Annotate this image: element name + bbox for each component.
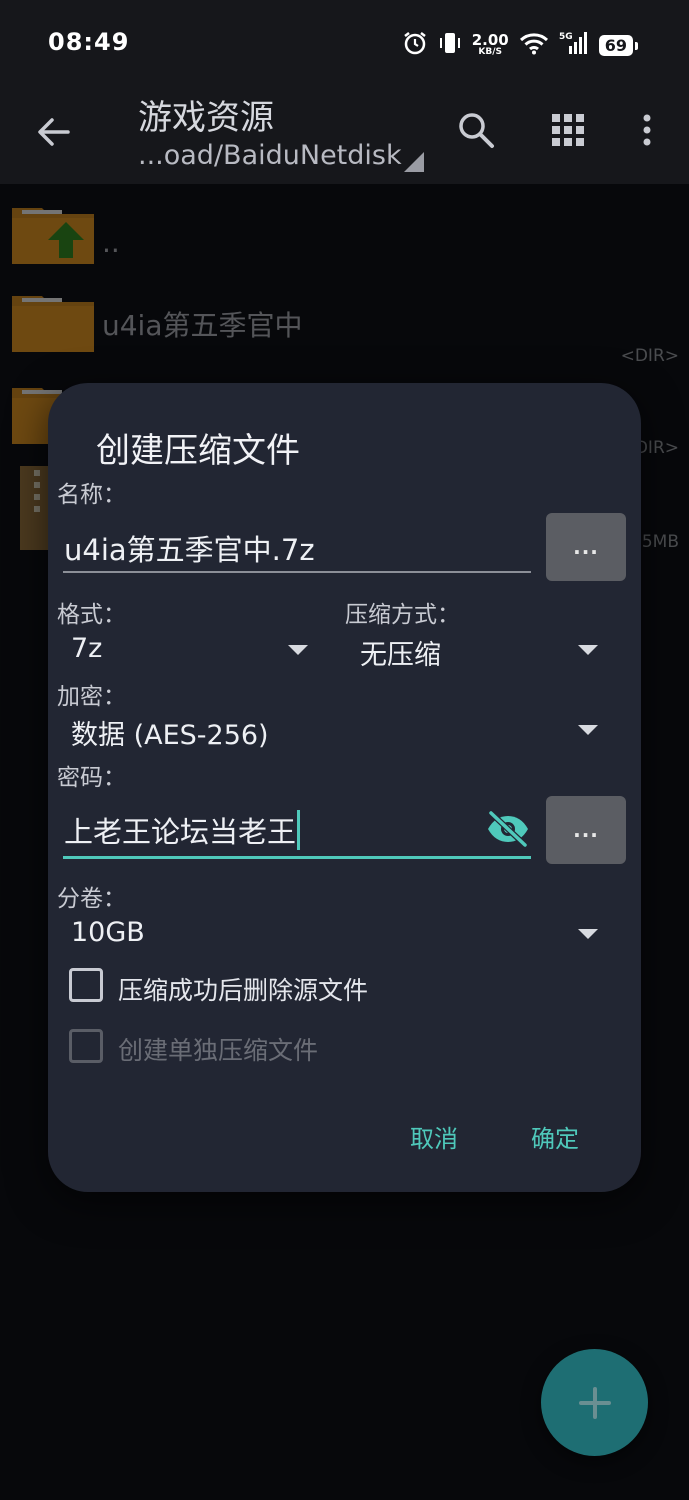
visibility-off-icon[interactable] xyxy=(485,809,531,849)
volume-label: 分卷： xyxy=(57,886,126,912)
signal-icon: 5G xyxy=(559,30,589,60)
separate-archive-label: 创建单独压缩文件 xyxy=(118,1036,319,1065)
net-speed: 2.00 KB/S xyxy=(472,33,509,57)
format-select[interactable]: 7z xyxy=(71,633,102,664)
path-dropdown-icon[interactable] xyxy=(404,152,424,172)
encryption-dropdown-icon[interactable] xyxy=(578,725,598,735)
password-more-button[interactable]: ... xyxy=(546,796,626,864)
alarm-icon xyxy=(402,30,428,60)
status-time: 08:49 xyxy=(48,28,130,56)
compression-label: 压缩方式： xyxy=(345,602,460,628)
volume-dropdown-icon[interactable] xyxy=(578,929,598,939)
format-label: 格式： xyxy=(57,602,126,628)
separate-archive-checkbox xyxy=(69,1029,103,1063)
net-speed-value: 2.00 xyxy=(471,31,509,49)
password-value: 上老王论坛当老王 xyxy=(64,815,297,849)
status-icons: 2.00 KB/S 5G 69 xyxy=(402,30,639,60)
more-vert-icon[interactable] xyxy=(632,110,662,150)
ok-button[interactable]: 确定 xyxy=(531,1119,579,1154)
encryption-select[interactable]: 数据 (AES-256) xyxy=(71,713,269,752)
back-arrow-icon[interactable] xyxy=(30,108,78,156)
net-speed-unit: KB/S xyxy=(478,47,503,57)
status-bar: 08:49 2.00 KB/S 5G 69 xyxy=(0,0,689,88)
dialog-title: 创建压缩文件 xyxy=(96,431,300,471)
text-cursor xyxy=(297,810,301,850)
app-bar: 游戏资源 ...oad/BaiduNetdisk xyxy=(0,88,689,184)
compression-dropdown-icon[interactable] xyxy=(578,645,598,655)
format-dropdown-icon[interactable] xyxy=(288,645,308,655)
archive-name-underline xyxy=(63,571,531,573)
cancel-button[interactable]: 取消 xyxy=(410,1119,458,1154)
battery-icon: 69 xyxy=(598,34,639,56)
delete-source-label[interactable]: 压缩成功后删除源文件 xyxy=(118,971,368,1007)
delete-source-checkbox[interactable] xyxy=(69,968,103,1002)
encryption-label: 加密： xyxy=(57,684,126,710)
signal-label: 5G xyxy=(559,32,573,42)
search-icon[interactable] xyxy=(454,108,498,152)
password-input[interactable]: 上老王论坛当老王 xyxy=(64,809,301,851)
volume-select[interactable]: 10GB xyxy=(71,917,145,948)
grid-view-icon[interactable] xyxy=(548,110,588,150)
folder-path[interactable]: ...oad/BaiduNetdisk xyxy=(138,140,402,171)
plus-icon xyxy=(578,1386,611,1419)
add-fab-button[interactable] xyxy=(541,1349,648,1456)
vibrate-icon xyxy=(438,30,462,60)
name-label: 名称： xyxy=(57,482,126,508)
wifi-icon xyxy=(519,31,549,59)
create-archive-dialog: 创建压缩文件 名称： u4ia第五季官中.7z ... 格式： 7z 压缩方式：… xyxy=(48,383,641,1192)
password-underline xyxy=(63,856,531,859)
folder-title: 游戏资源 xyxy=(138,98,274,138)
browse-button[interactable]: ... xyxy=(546,513,626,581)
archive-name-input[interactable]: u4ia第五季官中.7z xyxy=(64,527,315,569)
password-label: 密码： xyxy=(57,765,126,791)
compression-select[interactable]: 无压缩 xyxy=(360,633,441,672)
